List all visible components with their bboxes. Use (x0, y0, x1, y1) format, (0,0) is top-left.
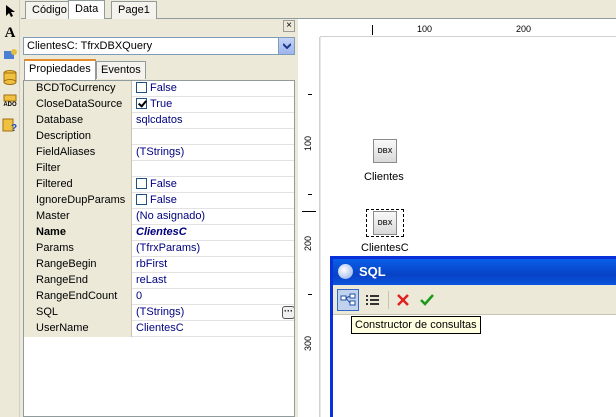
object-selector-combo[interactable]: ClientesC: TfrxDBXQuery (23, 37, 295, 55)
vertical-ruler: 100 200 300 (298, 37, 320, 417)
tool-palette: A ADO ? (0, 0, 20, 417)
inspector-close-icon[interactable]: × (283, 20, 295, 32)
tab-codigo[interactable]: Código (25, 1, 74, 19)
clientesc-component-selected[interactable]: DBX (366, 209, 404, 237)
tooltip: Constructor de consultas (351, 316, 481, 334)
svg-text:?: ? (11, 123, 17, 133)
ruler-label: 100 (303, 135, 313, 151)
property-row[interactable]: RangeEndCount 0 (24, 289, 294, 305)
ellipsis-button[interactable]: ··· (282, 306, 294, 319)
property-row[interactable]: RangeEnd reLast (24, 273, 294, 289)
ruler-label: 100 (417, 24, 433, 34)
cancel-icon[interactable] (392, 289, 414, 311)
tab-page1[interactable]: Page1 (111, 1, 157, 19)
pointer-tool-icon[interactable] (1, 2, 19, 20)
property-row[interactable]: BCDToCurrency False (24, 81, 294, 97)
ruler-label: 200 (303, 235, 313, 251)
designer-tabs: Código Data Page1 (21, 0, 616, 20)
dbx-query-icon: DBX (373, 139, 397, 163)
text-tool-icon[interactable]: A (1, 24, 19, 42)
checkbox-checked-icon[interactable] (136, 98, 147, 109)
checkbox-icon[interactable] (136, 178, 147, 189)
tab-propiedades[interactable]: Propiedades (24, 59, 96, 80)
dbx-query-icon: DBX (373, 211, 397, 235)
sql-editor-window: SQL (330, 256, 616, 417)
property-row[interactable]: IgnoreDupParams False (24, 193, 294, 209)
object-selector-value: ClientesC: TfrxDBXQuery (27, 40, 153, 52)
database-icon[interactable] (1, 68, 19, 86)
ado-component-icon[interactable]: ADO (1, 92, 19, 110)
checkbox-icon[interactable] (136, 82, 147, 93)
ok-check-icon[interactable] (416, 289, 438, 311)
component-label: ClientesC (361, 242, 409, 254)
chevron-down-icon[interactable] (278, 38, 294, 54)
property-row[interactable]: UserName ClientesC (24, 321, 294, 337)
property-row[interactable]: Filter (24, 161, 294, 177)
ruler-label: 200 (516, 24, 532, 34)
sql-window-title[interactable]: SQL (333, 259, 616, 285)
clientes-component[interactable]: DBX (368, 139, 402, 163)
property-row[interactable]: FieldAliases (TStrings) (24, 145, 294, 161)
database-wizard-icon[interactable] (1, 46, 19, 64)
property-grid: BCDToCurrency False CloseDataSource True D… (23, 80, 295, 417)
property-row[interactable]: Master (No asignado) (24, 209, 294, 225)
params-list-icon[interactable] (362, 289, 384, 311)
property-row-selected[interactable]: SQL (TStrings) ··· (24, 305, 294, 321)
property-row[interactable]: Database sqlcdatos (24, 113, 294, 129)
tab-eventos[interactable]: Eventos (96, 61, 146, 79)
property-row[interactable]: Description (24, 129, 294, 145)
property-row[interactable]: CloseDataSource True (24, 97, 294, 113)
query-builder-icon[interactable] (337, 289, 359, 311)
window-icon (338, 264, 353, 279)
component-label: Clientes (364, 171, 404, 183)
sql-toolbar (333, 285, 616, 315)
tab-data[interactable]: Data (68, 0, 106, 20)
horizontal-ruler: 100 200 (320, 19, 616, 37)
checkbox-icon[interactable] (136, 194, 147, 205)
property-row[interactable]: Params (TfrxParams) (24, 241, 294, 257)
ruler-label: 300 (303, 335, 313, 351)
property-row[interactable]: Filtered False (24, 177, 294, 193)
query-component-icon[interactable]: ? (1, 116, 19, 134)
property-row[interactable]: Name ClientesC (24, 225, 294, 241)
property-row[interactable]: RangeBegin rbFirst (24, 257, 294, 273)
